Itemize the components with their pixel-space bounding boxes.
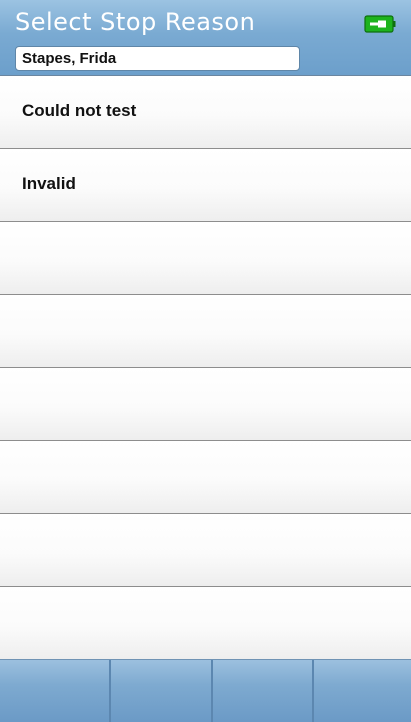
reason-label: Invalid: [22, 174, 76, 193]
patient-name-field: Stapes, Frida: [15, 46, 300, 71]
reason-item-empty[interactable]: [0, 295, 411, 368]
softkey-1[interactable]: [0, 660, 111, 722]
softkey-2[interactable]: [111, 660, 213, 722]
reason-item-empty[interactable]: [0, 441, 411, 514]
battery-icon: [364, 15, 396, 33]
title-bar: Select Stop Reason Stapes, Frida: [0, 0, 411, 76]
reason-item-empty[interactable]: [0, 587, 411, 660]
screen-title: Select Stop Reason: [15, 8, 256, 36]
softkey-3[interactable]: [213, 660, 314, 722]
reason-item-empty[interactable]: [0, 514, 411, 587]
reason-item-empty[interactable]: [0, 222, 411, 295]
reason-item-could-not-test[interactable]: Could not test: [0, 76, 411, 149]
reason-label: Could not test: [22, 101, 137, 120]
reason-item-invalid[interactable]: Invalid: [0, 149, 411, 222]
softkey-bar: [0, 659, 411, 722]
stop-reason-list: Could not test Invalid: [0, 76, 411, 660]
reason-item-empty[interactable]: [0, 368, 411, 441]
softkey-4[interactable]: [314, 660, 411, 722]
